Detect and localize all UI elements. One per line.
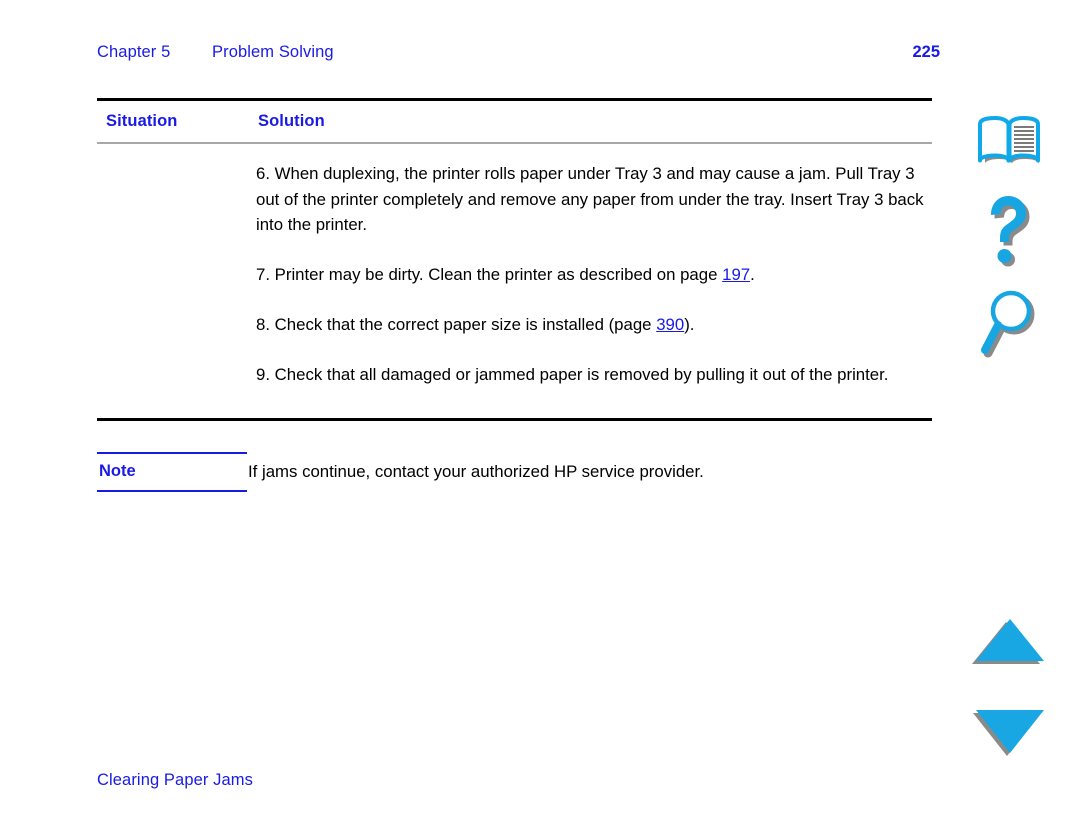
navigation-icon-rail <box>960 0 1080 834</box>
step-number-9: 9. <box>256 364 270 384</box>
page-running-header: Chapter 5 Problem Solving 225 <box>97 43 940 69</box>
arrow-up-icon[interactable] <box>972 615 1048 667</box>
table-body-row: 6. When duplexing, the printer rolls pap… <box>97 144 932 418</box>
column-header-situation: Situation <box>106 112 178 130</box>
step-text-6: When duplexing, the printer rolls paper … <box>256 164 924 234</box>
header-chapter-title: Problem Solving <box>212 43 334 61</box>
solution-step-6: 6. When duplexing, the printer rolls pap… <box>256 161 932 238</box>
situation-cell <box>97 144 257 418</box>
header-page-number: 225 <box>912 43 940 61</box>
page-running-footer: Clearing Paper Jams <box>97 771 253 789</box>
note-label: Note <box>99 462 136 480</box>
note-callout: Note If jams continue, contact your auth… <box>97 452 932 494</box>
situation-solution-table: Situation Solution 6. When duplexing, th… <box>97 98 932 421</box>
header-chapter-label: Chapter 5 <box>97 43 171 61</box>
column-header-solution: Solution <box>258 112 325 130</box>
document-page: Chapter 5 Problem Solving 225 Situation … <box>0 0 1080 834</box>
step-text-8-suffix: ). <box>684 315 695 334</box>
step-text-7: Printer may be dirty. Clean the printer … <box>274 264 723 284</box>
solution-step-9: 9. Check that all damaged or jammed pape… <box>256 362 932 388</box>
note-top-rule <box>97 452 247 454</box>
book-icon[interactable] <box>974 113 1044 169</box>
solution-cell: 6. When duplexing, the printer rolls pap… <box>256 144 932 410</box>
solution-step-7: 7. Printer may be dirty. Clean the print… <box>256 262 932 288</box>
search-icon[interactable] <box>978 288 1040 364</box>
step-number-8: 8. <box>256 315 270 334</box>
solution-step-8: 8. Check that the correct paper size is … <box>256 312 932 338</box>
table-header-row: Situation Solution <box>97 101 932 142</box>
step-number-7: 7. <box>256 264 270 284</box>
step-text-8: Check that the correct paper size is ins… <box>274 315 657 334</box>
note-text: If jams continue, contact your authorize… <box>248 462 704 481</box>
arrow-down-icon[interactable] <box>972 705 1048 757</box>
step-text-7-suffix: . <box>750 264 755 284</box>
table-bottom-rule <box>97 418 932 421</box>
help-icon[interactable] <box>978 193 1040 271</box>
step-text-9: Check that all damaged or jammed paper i… <box>274 364 889 384</box>
page-link-197[interactable]: 197 <box>722 265 750 284</box>
note-bottom-rule <box>97 490 247 492</box>
page-link-390[interactable]: 390 <box>656 315 684 334</box>
step-number-6: 6. <box>256 164 270 183</box>
